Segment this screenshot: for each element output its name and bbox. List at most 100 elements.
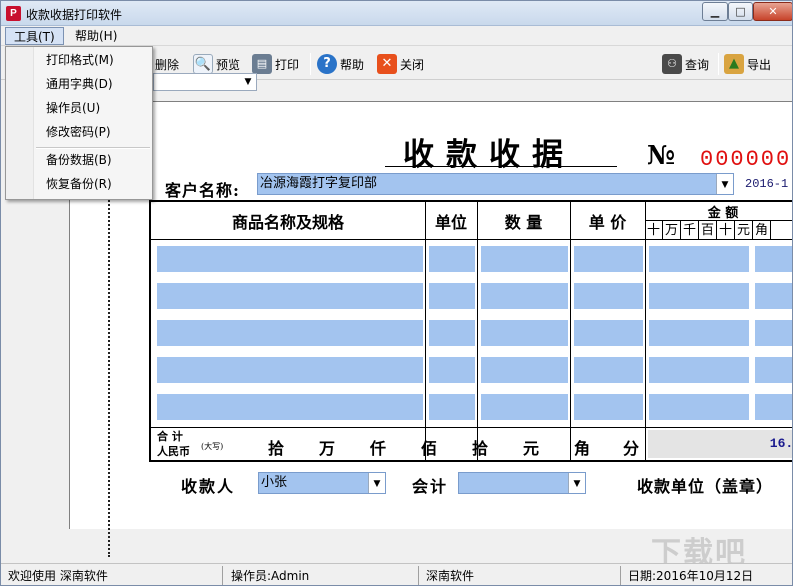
help-button[interactable]: ? 帮助 (317, 52, 364, 76)
menu-item-backup[interactable]: 备份数据(B) (46, 149, 112, 171)
printer-icon: ▤ (252, 54, 272, 74)
item-qty-input[interactable] (481, 283, 568, 309)
chevron-down-icon: ▼ (716, 174, 733, 194)
menu-item-print-format[interactable]: 打印格式(M) (46, 49, 114, 71)
toolbar-separator-2 (718, 53, 719, 75)
item-amount-input[interactable] (649, 283, 749, 309)
item-amount-input[interactable] (755, 246, 792, 272)
minimize-button[interactable]: ▁ (702, 2, 728, 21)
header-unit: 单位 (434, 213, 467, 232)
customer-value: 冶源海霞打字复印部 (260, 176, 378, 191)
total-label-line2: 人民币 (157, 445, 190, 458)
customer-label: 客户名称: (165, 181, 240, 200)
export-label: 导出 (747, 57, 772, 72)
total-unit: 佰 (421, 439, 438, 458)
item-unit-input[interactable] (429, 283, 475, 309)
digit-header: 百 (699, 221, 717, 240)
item-unit-input[interactable] (429, 320, 475, 346)
total-unit: 仟 (370, 439, 387, 458)
total-unit: 万 (319, 439, 336, 458)
accountant-select[interactable]: ▼ (458, 472, 586, 494)
item-name-input[interactable] (157, 357, 423, 383)
close-icon: ✕ (377, 54, 397, 74)
row-line (151, 427, 792, 428)
item-price-input[interactable] (574, 394, 643, 420)
query-button[interactable]: ⚇ 查询 (662, 52, 709, 76)
digit-header: 角 (753, 221, 771, 240)
receipt-no-value: 0000000 (700, 147, 792, 172)
binoculars-icon: ⚇ (662, 54, 682, 74)
menu-item-change-password[interactable]: 修改密码(P) (46, 121, 111, 143)
filter-select[interactable]: ▼ (153, 73, 257, 91)
header-name: 商品名称及规格 (231, 213, 344, 232)
menu-item-dictionary[interactable]: 通用字典(D) (46, 73, 113, 95)
item-amount-input[interactable] (755, 283, 792, 309)
tools-dropdown-menu: 打印格式(M) 通用字典(D) 操作员(U) 修改密码(P) 备份数据(B) 恢… (5, 46, 153, 200)
col-line (645, 202, 646, 460)
item-name-input[interactable] (157, 246, 423, 272)
total-amount: 16.0 (648, 430, 792, 458)
delete-label: 删除 (155, 57, 180, 72)
item-qty-input[interactable] (481, 394, 568, 420)
item-amount-input[interactable] (755, 320, 792, 346)
status-bar: 欢迎使用 深南软件 操作员:Admin 深南软件 日期:2016年10月12日 (1, 563, 792, 585)
toolbar-separator (310, 53, 311, 75)
export-button[interactable]: ▲ 导出 (724, 52, 771, 76)
digit-header: 千 (681, 221, 699, 240)
title-bar: P 收款收据打印软件 ▁ □ ✕ (1, 1, 792, 26)
item-unit-input[interactable] (429, 357, 475, 383)
total-unit: 元 (523, 439, 540, 458)
menu-help[interactable]: 帮助(H) (67, 27, 125, 45)
item-price-input[interactable] (574, 320, 643, 346)
payee-select[interactable]: 小张 ▼ (258, 472, 386, 494)
total-label-line1: 合 计 (157, 430, 183, 443)
digit-header: 万 (663, 221, 681, 240)
item-amount-input[interactable] (649, 394, 749, 420)
receipt-date[interactable]: 2016-1 (739, 173, 792, 195)
item-name-input[interactable] (157, 283, 423, 309)
item-qty-input[interactable] (481, 320, 568, 346)
total-unit: 拾 (268, 439, 285, 458)
item-price-input[interactable] (574, 246, 643, 272)
menu-item-operator[interactable]: 操作员(U) (46, 97, 100, 119)
window-title: 收款收据打印软件 (26, 8, 123, 22)
payee-label: 收款人 (181, 477, 236, 496)
print-button[interactable]: ▤ 打印 (252, 52, 299, 76)
menu-item-restore[interactable]: 恢复备份(R) (46, 173, 112, 195)
close-button[interactable]: ✕ 关闭 (377, 52, 424, 76)
item-price-input[interactable] (574, 283, 643, 309)
item-qty-input[interactable] (481, 246, 568, 272)
item-name-input[interactable] (157, 394, 423, 420)
menu-gutter (6, 47, 34, 199)
chevron-down-icon: ▼ (568, 473, 585, 493)
accountant-label: 会计 (412, 477, 449, 496)
total-label-suffix: (大写) (201, 442, 224, 451)
item-unit-input[interactable] (429, 246, 475, 272)
digit-header: 十 (717, 221, 735, 240)
item-qty-input[interactable] (481, 357, 568, 383)
receipt-no-label: № (647, 141, 676, 171)
item-amount-input[interactable] (649, 357, 749, 383)
menu-bar: 工具(T) 帮助(H) (1, 26, 792, 46)
col-line (425, 202, 426, 460)
app-icon: P (6, 6, 21, 21)
preview-icon: 🔍 (193, 54, 213, 74)
customer-select[interactable]: 冶源海霞打字复印部 ▼ (257, 173, 734, 195)
item-amount-input[interactable] (755, 394, 792, 420)
status-company: 深南软件 (421, 566, 621, 585)
close-window-button[interactable]: ✕ (753, 2, 792, 21)
maximize-button[interactable]: □ (728, 2, 753, 21)
status-date: 日期:2016年10月12日 (628, 569, 754, 583)
menu-tools[interactable]: 工具(T) (5, 27, 64, 45)
total-unit: 分 (623, 439, 640, 458)
item-name-input[interactable] (157, 320, 423, 346)
item-amount-input[interactable] (755, 357, 792, 383)
header-qty: 数 量 (504, 213, 543, 232)
help-label: 帮助 (340, 57, 365, 72)
item-unit-input[interactable] (429, 394, 475, 420)
item-amount-input[interactable] (649, 320, 749, 346)
close-label: 关闭 (400, 57, 425, 72)
item-price-input[interactable] (574, 357, 643, 383)
item-amount-input[interactable] (649, 246, 749, 272)
status-welcome: 欢迎使用 深南软件 (3, 566, 223, 585)
